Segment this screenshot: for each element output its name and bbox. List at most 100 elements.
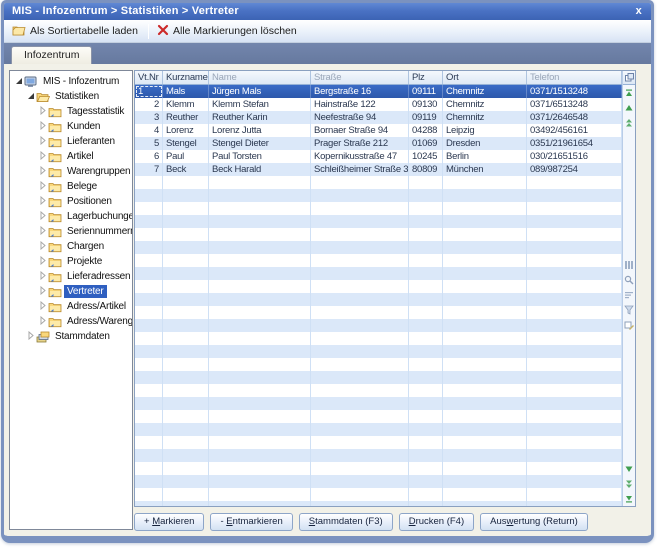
tree-expander[interactable]	[37, 257, 47, 267]
cell-plz: 04288	[409, 124, 443, 137]
clear-marks-button[interactable]: Alle Markierungen löschen	[153, 22, 303, 41]
tree-item-warengruppen[interactable]: Warengruppen	[10, 164, 132, 179]
tree-item-mis-infozentrum[interactable]: MIS - Infozentrum	[10, 74, 132, 89]
tree-item-projekte[interactable]: Projekte	[10, 254, 132, 269]
tree-expander[interactable]	[25, 92, 35, 102]
column-header-strasse[interactable]: Straße	[311, 71, 409, 84]
scroll-to-bottom-button[interactable]	[624, 493, 635, 504]
auswertung-return-button[interactable]: Auswertung (Return)	[480, 513, 588, 531]
search-button[interactable]	[624, 275, 635, 286]
collapsed-arrow-icon[interactable]	[38, 136, 47, 148]
tree-expander[interactable]	[37, 182, 47, 192]
tree-item-chargen[interactable]: Chargen	[10, 239, 132, 254]
tree-expander[interactable]	[25, 332, 35, 342]
tree-item-belege[interactable]: Belege	[10, 179, 132, 194]
collapsed-arrow-icon[interactable]	[38, 121, 47, 133]
grid-edit-button[interactable]	[624, 320, 635, 331]
entmarkieren-button[interactable]: - Entmarkieren	[210, 513, 292, 531]
tree-item-stammdaten[interactable]: Stammdaten	[10, 329, 132, 344]
tree-item-seriennummern[interactable]: Seriennummern	[10, 224, 132, 239]
tree-expander[interactable]	[37, 272, 47, 282]
tree-expander[interactable]	[37, 227, 47, 237]
computer-icon	[24, 76, 38, 88]
tree-expander[interactable]	[37, 137, 47, 147]
collapsed-arrow-icon[interactable]	[38, 196, 47, 208]
scroll-page-down-button[interactable]	[624, 478, 635, 489]
tree-item-artikel[interactable]: Artikel	[10, 149, 132, 164]
tree-expander[interactable]	[37, 122, 47, 132]
collapsed-arrow-icon[interactable]	[38, 241, 47, 253]
table-row[interactable]: 7BeckBeck HaraldSchleißheimer Straße 378…	[135, 163, 635, 176]
tree-item-lieferanten[interactable]: Lieferanten	[10, 134, 132, 149]
tree-item-vertreter[interactable]: Vertreter	[10, 284, 132, 299]
column-header-telefon[interactable]: Telefon	[527, 71, 622, 84]
column-header-name[interactable]: Name	[209, 71, 311, 84]
column-tools-button[interactable]	[624, 260, 635, 271]
toolbar: Als Sortiertabelle laden Alle Markierung…	[4, 20, 651, 43]
scroll-page-up-button[interactable]	[624, 117, 635, 128]
tree-expander[interactable]	[37, 212, 47, 222]
collapsed-arrow-icon[interactable]	[38, 211, 47, 223]
collapsed-arrow-icon[interactable]	[38, 271, 47, 283]
markieren-button[interactable]: + Markieren	[134, 513, 204, 531]
tree-expander[interactable]	[37, 197, 47, 207]
column-header-ort[interactable]: Ort	[443, 71, 527, 84]
cell-telefon	[527, 332, 622, 345]
column-header-plz[interactable]: Plz	[409, 71, 443, 84]
tree-item-lagerbuchungen[interactable]: Lagerbuchungen	[10, 209, 132, 224]
cell-name: Lorenz Jutta	[209, 124, 311, 137]
table-row[interactable]: 1MalsJürgen MalsBergstraße 1609111Chemni…	[135, 85, 635, 98]
column-header-nr[interactable]: Vt.Nr▼	[135, 71, 163, 84]
tree-expander[interactable]	[37, 317, 47, 327]
cell-telefon	[527, 267, 622, 280]
collapsed-arrow-icon[interactable]	[26, 331, 35, 343]
tree-expander[interactable]	[13, 77, 23, 87]
cell-ort	[443, 215, 527, 228]
sort-tools-button[interactable]	[624, 290, 635, 301]
load-sort-table-button[interactable]: Als Sortiertabelle laden	[8, 22, 144, 41]
table-row[interactable]: 2KlemmKlemm StefanHainstraße 12209130Che…	[135, 98, 635, 111]
table-row[interactable]: 4LorenzLorenz JuttaBornaer Straße 940428…	[135, 124, 635, 137]
table-row-empty	[135, 254, 635, 267]
expanded-arrow-icon[interactable]	[26, 91, 35, 103]
filter-button[interactable]	[624, 305, 635, 316]
column-header-kurzname[interactable]: Kurzname	[163, 71, 209, 84]
collapsed-arrow-icon[interactable]	[38, 256, 47, 268]
scroll-up-button[interactable]	[624, 102, 635, 113]
collapsed-arrow-icon[interactable]	[38, 226, 47, 238]
table-row[interactable]: 5StengelStengel DieterPrager Straße 2120…	[135, 137, 635, 150]
collapsed-arrow-icon[interactable]	[38, 316, 47, 328]
table-row-empty	[135, 176, 635, 189]
tree-item-positionen[interactable]: Positionen	[10, 194, 132, 209]
tree-item-statistiken[interactable]: Statistiken	[10, 89, 132, 104]
collapsed-arrow-icon[interactable]	[38, 181, 47, 193]
tree-item-adress-artikel[interactable]: Adress/Artikel	[10, 299, 132, 314]
close-button[interactable]: x	[636, 3, 642, 20]
tree-item-tagesstatistik[interactable]: Tagesstatistik	[10, 104, 132, 119]
tree-expander[interactable]	[37, 242, 47, 252]
folder-icon	[48, 211, 62, 223]
drucken-f4-button[interactable]: Drucken (F4)	[399, 513, 474, 531]
table-row[interactable]: 6PaulPaul TorstenKopernikusstraße 471024…	[135, 150, 635, 163]
tree-item-lieferadressen[interactable]: Lieferadressen	[10, 269, 132, 284]
collapsed-arrow-icon[interactable]	[38, 151, 47, 163]
tree-expander[interactable]	[37, 152, 47, 162]
tree-expander[interactable]	[37, 107, 47, 117]
scroll-down-button[interactable]	[624, 463, 635, 474]
expanded-arrow-icon[interactable]	[14, 76, 23, 88]
tree-item-kunden[interactable]: Kunden	[10, 119, 132, 134]
cell-nr: 4	[135, 124, 163, 137]
tab-infozentrum[interactable]: Infozentrum	[11, 46, 92, 64]
table-row[interactable]: 3ReutherReuther KarinNeefestraße 9409119…	[135, 111, 635, 124]
stammdaten-f3-button[interactable]: Stammdaten (F3)	[299, 513, 393, 531]
tree-expander[interactable]	[37, 167, 47, 177]
cell-plz	[409, 202, 443, 215]
collapsed-arrow-icon[interactable]	[38, 106, 47, 118]
tree-expander[interactable]	[37, 287, 47, 297]
tree-item-adress-warengruppen[interactable]: Adress/Warengruppen	[10, 314, 132, 329]
collapsed-arrow-icon[interactable]	[38, 301, 47, 313]
scroll-to-top-button[interactable]	[624, 87, 635, 98]
collapsed-arrow-icon[interactable]	[38, 286, 47, 298]
tree-expander[interactable]	[37, 302, 47, 312]
collapsed-arrow-icon[interactable]	[38, 166, 47, 178]
